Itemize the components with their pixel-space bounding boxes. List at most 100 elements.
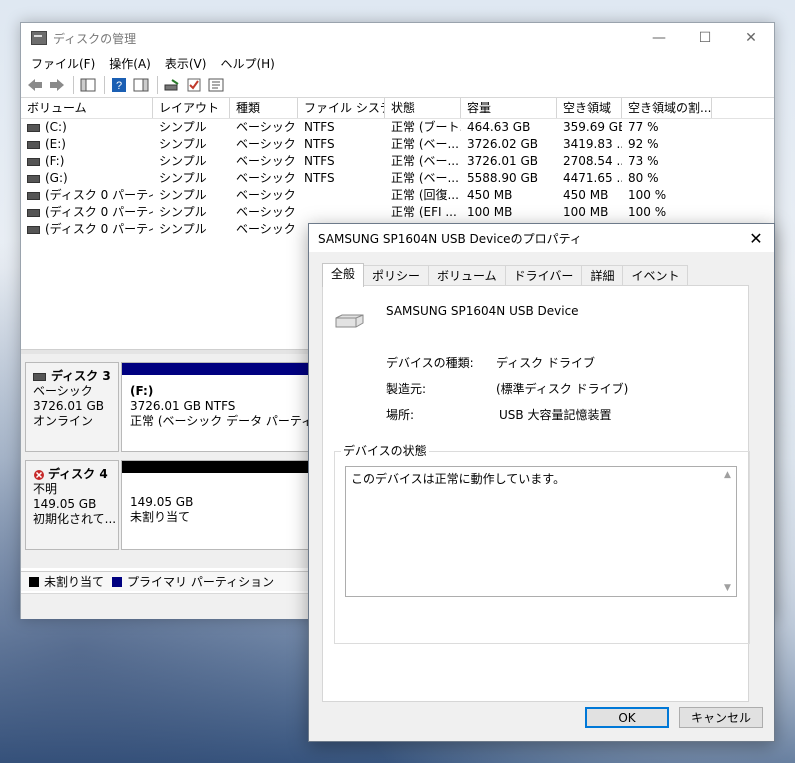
location-value: USB 大容量記憶装置 xyxy=(499,408,612,422)
cell-capacity: 100 MB xyxy=(467,205,513,219)
column-status[interactable]: 状態 xyxy=(385,98,461,118)
disk-name: ディスク 4 xyxy=(48,467,108,481)
disk-management-icon xyxy=(31,31,47,45)
cell-type: ベーシック xyxy=(236,188,296,202)
menu-view[interactable]: 表示(V) xyxy=(159,55,215,72)
back-button[interactable] xyxy=(25,76,45,94)
scroll-down-icon[interactable]: ▼ xyxy=(724,583,731,593)
column-layout[interactable]: レイアウト xyxy=(153,98,230,118)
status-scrollbar[interactable]: ▲ ▼ xyxy=(720,467,736,596)
cell-capacity: 5588.90 GB xyxy=(467,171,538,185)
disk-status: オンライン xyxy=(33,414,94,428)
table-row[interactable]: (F:) シンプル ベーシック NTFS 正常 (ベー... 3726.01 G… xyxy=(21,153,774,170)
checklist-icon xyxy=(187,78,201,92)
action-pane-button[interactable] xyxy=(131,76,151,94)
legend-primary-label: プライマリ パーティション xyxy=(127,575,275,589)
cell-status: 正常 (ベー... xyxy=(391,154,459,168)
disk-type: 不明 xyxy=(33,482,58,496)
cancel-button[interactable]: キャンセル xyxy=(679,707,763,728)
volume-icon xyxy=(27,123,40,132)
cell-free-percent: 100 % xyxy=(628,205,667,219)
legend-primary-swatch xyxy=(112,576,123,587)
cell-volume: (G:) xyxy=(45,171,68,185)
title-bar: ディスクの管理 — ☐ ✕ xyxy=(21,23,774,53)
tab-volumes[interactable]: ボリューム xyxy=(428,265,506,286)
disk-label[interactable]: ディスク 4 不明 149.05 GB 初期化されて... xyxy=(25,460,119,550)
manufacturer-label: 製造元: xyxy=(386,382,427,396)
cell-volume: (E:) xyxy=(45,137,66,151)
cell-status: 正常 (回復... xyxy=(391,188,459,202)
table-row[interactable]: (ディスク 0 パーティシ... シンプル ベーシック 正常 (回復... 45… xyxy=(21,187,774,204)
dialog-close-button[interactable]: ✕ xyxy=(738,224,774,252)
volume-icon xyxy=(27,191,40,200)
close-button[interactable]: ✕ xyxy=(728,23,774,53)
cell-capacity: 3726.01 GB xyxy=(467,154,538,168)
device-status-textbox[interactable]: このデバイスは正常に動作しています。 ▲ ▼ xyxy=(345,466,737,597)
column-type[interactable]: 種類 xyxy=(230,98,298,118)
cell-layout: シンプル xyxy=(159,154,207,168)
cell-status: 正常 (ベー... xyxy=(391,137,459,151)
connect-disk-button[interactable] xyxy=(162,76,182,94)
cell-type: ベーシック xyxy=(236,137,296,151)
volume-list: (C:) シンプル ベーシック NTFS 正常 (ブート... 464.63 G… xyxy=(21,119,774,238)
cell-free-percent: 100 % xyxy=(628,188,667,202)
forward-button[interactable] xyxy=(47,76,67,94)
cell-volume: (F:) xyxy=(45,154,65,168)
cell-file-system: NTFS xyxy=(304,120,335,134)
tab-general[interactable]: 全般 xyxy=(322,263,365,287)
check-button[interactable] xyxy=(184,76,204,94)
column-file-system[interactable]: ファイル システム xyxy=(298,98,385,118)
column-free-percent[interactable]: 空き領域の割... xyxy=(622,98,712,118)
table-row[interactable]: (ディスク 0 パーティシ... シンプル ベーシック 正常 (EFI ... … xyxy=(21,204,774,221)
properties-button[interactable] xyxy=(206,76,226,94)
menu-help[interactable]: ヘルプ(H) xyxy=(214,55,282,72)
console-tree-button[interactable] xyxy=(78,76,98,94)
volume-icon xyxy=(27,157,40,166)
action-pane-icon xyxy=(133,78,149,92)
cell-layout: シンプル xyxy=(159,222,207,236)
back-arrow-icon xyxy=(28,79,42,91)
minimize-button[interactable]: — xyxy=(636,23,682,53)
column-volume[interactable]: ボリューム xyxy=(21,98,153,118)
cell-layout: シンプル xyxy=(159,205,207,219)
svg-text:?: ? xyxy=(116,80,122,92)
cell-layout: シンプル xyxy=(159,188,207,202)
toolbar-separator xyxy=(104,76,105,94)
maximize-button[interactable]: ☐ xyxy=(682,23,728,53)
ok-button[interactable]: OK xyxy=(585,707,669,728)
dialog-title-bar: SAMSUNG SP1604N USB Deviceのプロパティ ✕ xyxy=(309,224,774,252)
tab-policies[interactable]: ポリシー xyxy=(363,265,430,286)
table-row[interactable]: (G:) シンプル ベーシック NTFS 正常 (ベー... 5588.90 G… xyxy=(21,170,774,187)
column-free-space[interactable]: 空き領域 xyxy=(557,98,622,118)
cell-type: ベーシック xyxy=(236,205,296,219)
help-button[interactable]: ? xyxy=(109,76,129,94)
cell-free-space: 3419.83 ... xyxy=(563,137,622,151)
location-label: 場所: xyxy=(386,408,415,422)
cell-free-space: 450 MB xyxy=(563,188,609,202)
disk-label[interactable]: ディスク 3 ベーシック 3726.01 GB オンライン xyxy=(25,362,119,452)
disk-name: ディスク 3 xyxy=(51,369,111,383)
device-status-group: デバイスの状態 このデバイスは正常に動作しています。 ▲ ▼ xyxy=(334,443,750,644)
table-row[interactable]: (E:) シンプル ベーシック NTFS 正常 (ベー... 3726.02 G… xyxy=(21,136,774,153)
cell-layout: シンプル xyxy=(159,137,207,151)
volume-icon xyxy=(27,140,40,149)
cell-volume: (C:) xyxy=(45,120,67,134)
tab-driver[interactable]: ドライバー xyxy=(504,265,583,286)
help-icon: ? xyxy=(112,78,126,92)
cell-file-system xyxy=(298,187,385,204)
cell-free-percent: 92 % xyxy=(628,137,659,151)
disk-error-icon xyxy=(34,469,44,480)
tab-events[interactable]: イベント xyxy=(622,265,689,286)
device-status-title: デバイスの状態 xyxy=(341,443,429,459)
table-row[interactable]: (C:) シンプル ベーシック NTFS 正常 (ブート... 464.63 G… xyxy=(21,119,774,136)
menu-action[interactable]: 操作(A) xyxy=(103,55,159,72)
volume-list-header: ボリューム レイアウト 種類 ファイル システム 状態 容量 空き領域 空き領域… xyxy=(21,98,774,119)
volume-icon xyxy=(27,208,40,217)
cell-file-system: NTFS xyxy=(304,171,335,185)
tab-details[interactable]: 詳細 xyxy=(581,265,624,286)
menu-file[interactable]: ファイル(F) xyxy=(25,55,103,72)
console-tree-icon xyxy=(80,78,96,92)
column-capacity[interactable]: 容量 xyxy=(461,98,557,118)
disk-type: ベーシック xyxy=(33,384,93,398)
scroll-up-icon[interactable]: ▲ xyxy=(724,470,731,480)
